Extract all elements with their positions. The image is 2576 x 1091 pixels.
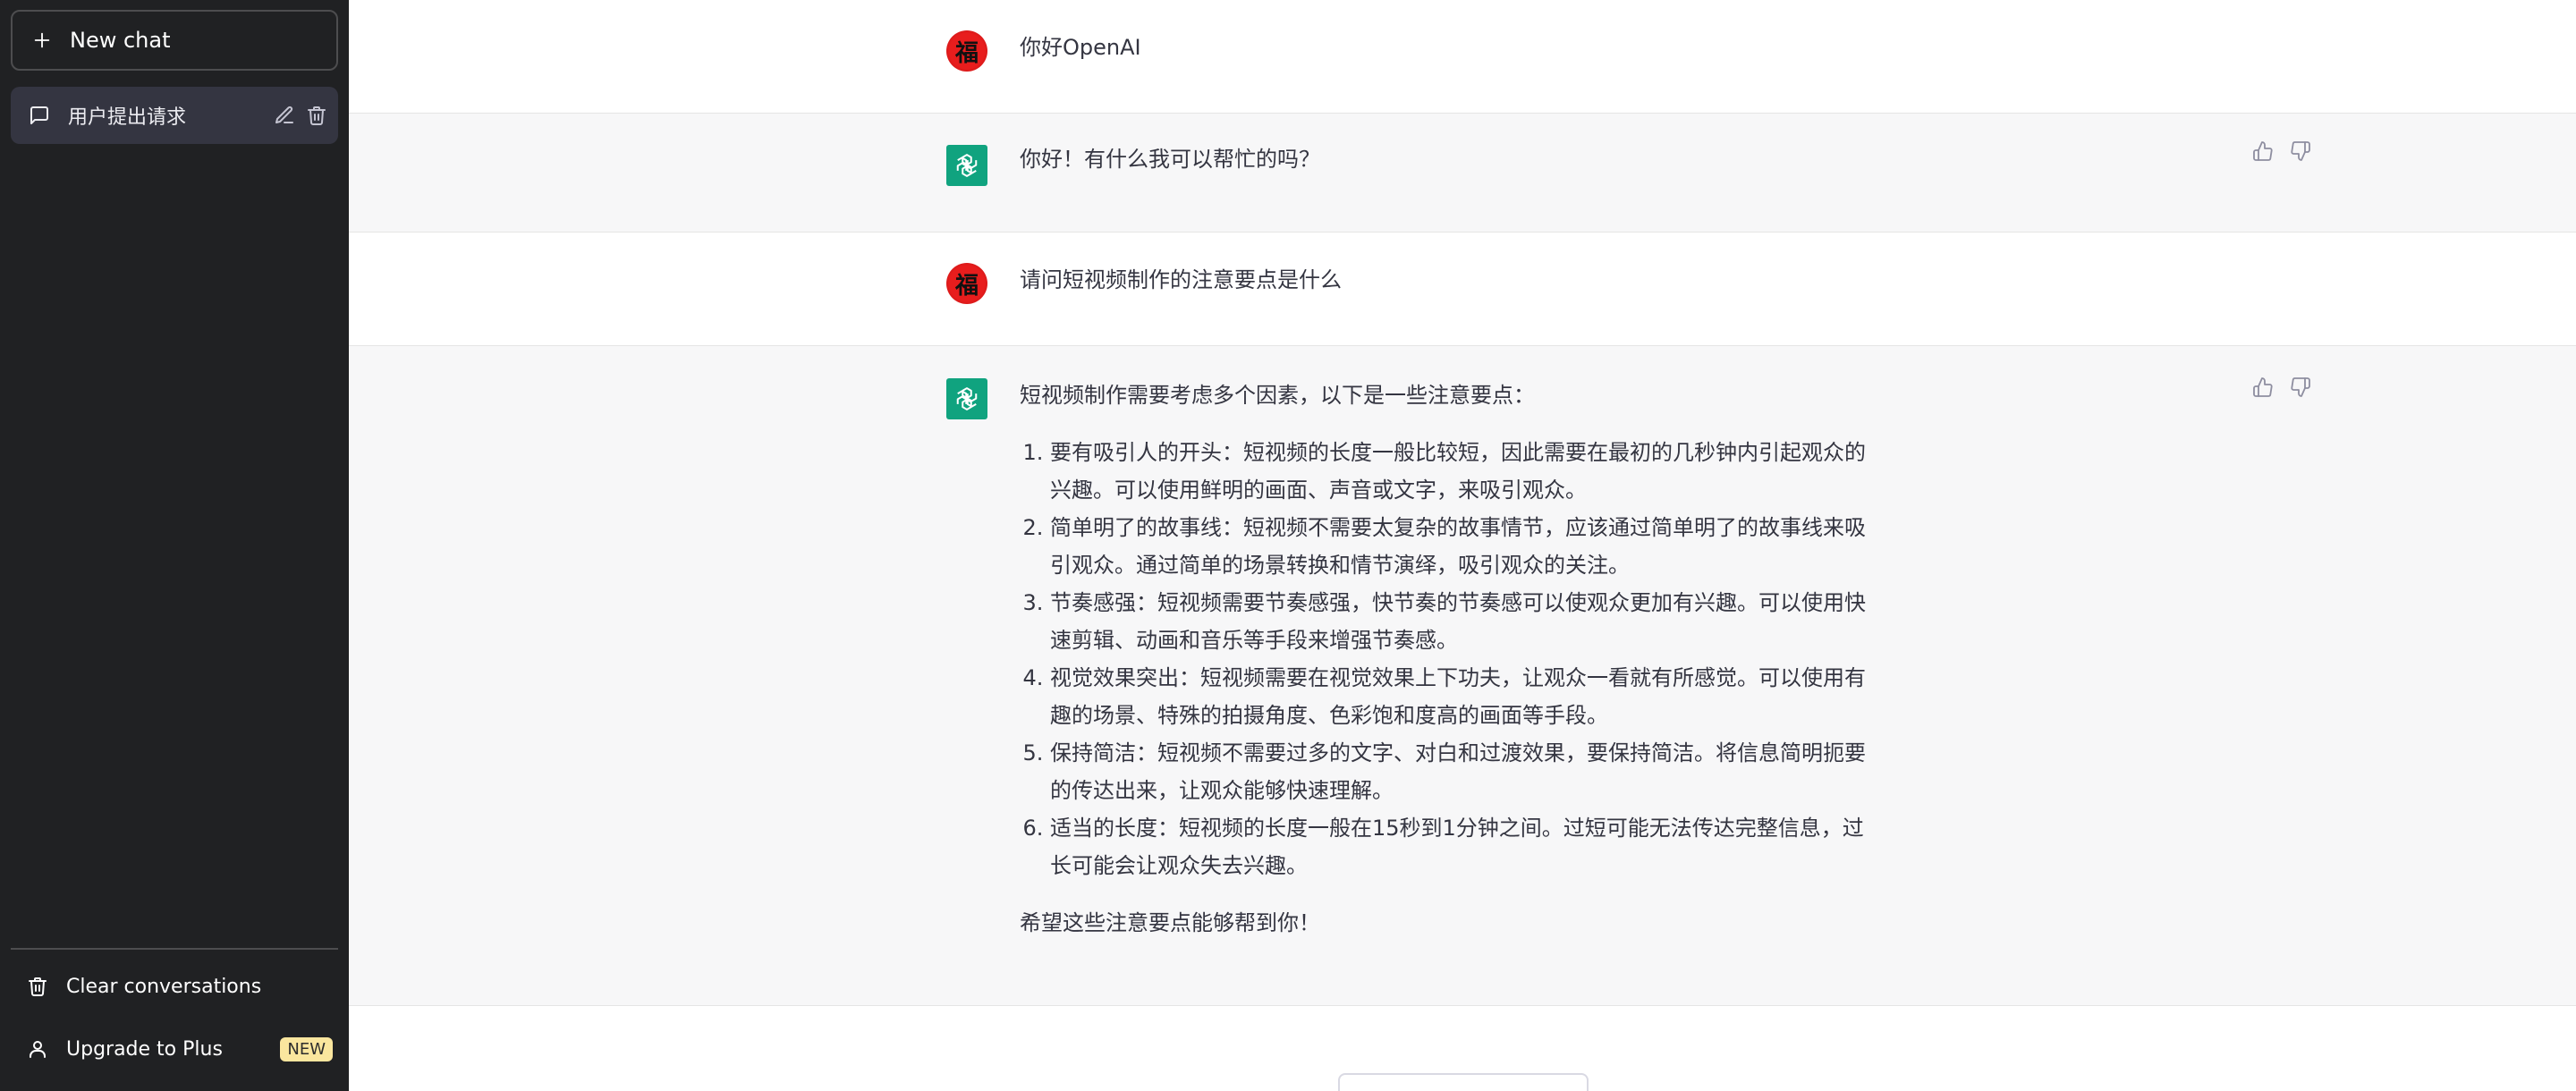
message-text: 短视频制作需要考虑多个因素，以下是一些注意要点： 要有吸引人的开头：短视频的长度… [1020, 376, 1884, 942]
app-root: New chat 用户提出请求 Clear conversations Upgr… [0, 0, 2576, 1091]
message-icon [30, 106, 48, 124]
user-message: 福 你好OpenAI [349, 0, 2576, 114]
answer-outro: 希望这些注意要点能够帮到你！ [1020, 910, 1320, 935]
user-message: 福 请问短视频制作的注意要点是什么 [349, 233, 2576, 346]
user-avatar: 福 [946, 263, 987, 304]
message-text: 你好！有什么我可以帮忙的吗？ [1020, 147, 1320, 172]
sidebar: New chat 用户提出请求 Clear conversations Upgr… [0, 0, 349, 1091]
thumbs-down-icon[interactable] [2290, 376, 2311, 398]
list-item: 要有吸引人的开头：短视频的长度一般比较短，因此需要在最初的几秒钟内引起观众的兴趣… [1050, 434, 1884, 509]
trash-icon[interactable] [306, 105, 327, 126]
user-avatar-glyph: 福 [954, 272, 979, 300]
thumbs-up-icon[interactable] [2252, 140, 2274, 162]
assistant-message: 你好！有什么我可以帮忙的吗？ [349, 114, 2576, 233]
new-badge: NEW [280, 1036, 333, 1061]
answer-list: 要有吸引人的开头：短视频的长度一般比较短，因此需要在最初的几秒钟内引起观众的兴趣… [1020, 434, 1884, 884]
thumbs-down-icon[interactable] [2290, 140, 2311, 162]
upgrade-label: Upgrade to Plus [66, 1037, 223, 1061]
feedback-controls [2252, 376, 2311, 398]
list-item: 节奏感强：短视频需要节奏感强，快节奏的节奏感可以使观众更加有兴趣。可以使用快速剪… [1050, 584, 1884, 659]
user-icon [30, 1041, 46, 1058]
openai-logo-icon [956, 154, 978, 177]
trash-icon [29, 977, 47, 996]
list-item: 保持简洁：短视频不需要过多的文字、对白和过渡效果，要保持简洁。将信息简明扼要的传… [1050, 734, 1884, 809]
user-avatar-glyph: 福 [954, 39, 979, 67]
message-text: 请问短视频制作的注意要点是什么 [1020, 267, 1342, 292]
user-avatar: 福 [946, 30, 987, 72]
message-text: 你好OpenAI [1020, 35, 1141, 60]
thumbs-up-icon[interactable] [2252, 376, 2274, 398]
upgrade-to-plus-button[interactable]: Upgrade to Plus NEW [11, 1018, 338, 1080]
answer-intro: 短视频制作需要考虑多个因素，以下是一些注意要点： [1020, 383, 1535, 408]
new-chat-button[interactable]: New chat [11, 10, 338, 71]
clear-conversations-label: Clear conversations [66, 975, 262, 998]
edit-icon[interactable] [274, 105, 295, 126]
conversation-title: 用户提出请求 [68, 106, 187, 129]
list-item: 简单明了的故事线：短视频不需要太复杂的故事情节，应该通过简单明了的故事线来吸引观… [1050, 509, 1884, 584]
sidebar-footer: Clear conversations Upgrade to Plus NEW [11, 948, 338, 1080]
conversation-item[interactable]: 用户提出请求 [11, 87, 338, 144]
conversation-list: 用户提出请求 [11, 87, 338, 948]
feedback-controls [2252, 140, 2311, 162]
assistant-avatar [946, 378, 987, 419]
list-item: 适当的长度：短视频的长度一般在15秒到1分钟之间。过短可能无法传达完整信息，过长… [1050, 809, 1884, 884]
openai-logo-icon [956, 387, 978, 410]
assistant-message: 短视频制作需要考虑多个因素，以下是一些注意要点： 要有吸引人的开头：短视频的长度… [349, 346, 2576, 1006]
conversation-pane: 福 你好OpenAI 你好！有什么我可以帮忙的吗？ 福 请问短视频制作的注意要点… [349, 0, 2576, 1091]
regenerate-button[interactable] [1338, 1073, 1589, 1091]
assistant-avatar [946, 145, 987, 186]
clear-conversations-button[interactable]: Clear conversations [11, 955, 338, 1018]
list-item: 视觉效果突出：短视频需要在视觉效果上下功夫，让观众一看就有所感觉。可以使用有趣的… [1050, 659, 1884, 734]
new-chat-label: New chat [70, 28, 171, 53]
plus-icon [34, 32, 50, 48]
